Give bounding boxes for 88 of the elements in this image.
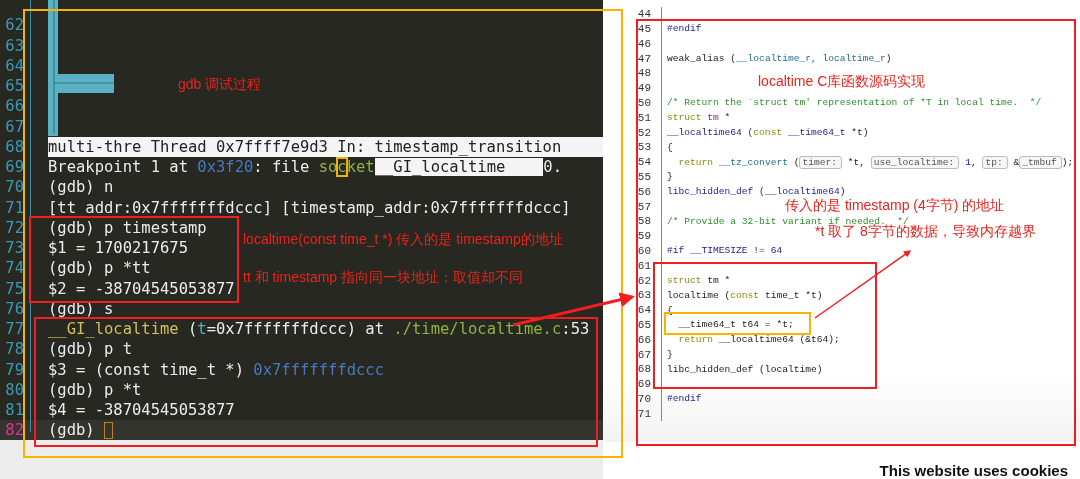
code-line: struct tm * xyxy=(667,112,731,124)
line-number: 56 xyxy=(636,185,652,198)
line-number: 67 xyxy=(636,348,652,361)
line-number: 47 xyxy=(636,52,652,65)
line-number: 76 xyxy=(4,299,25,318)
line-number: 46 xyxy=(636,37,652,50)
line-number: 61 xyxy=(636,259,652,272)
code-line: } xyxy=(667,349,673,360)
line-number: 77 xyxy=(4,320,25,339)
line-number: 70 xyxy=(636,392,652,405)
line-number: 79 xyxy=(4,360,25,379)
code-line: localtime (const time_t *t) xyxy=(667,289,823,301)
code-line: libc_hidden_def (localtime) xyxy=(667,363,823,375)
line-number: 64 xyxy=(636,304,652,317)
terminal-line: $3 = (const time_t *) 0x7fffffffdccc xyxy=(48,360,384,379)
line-number: 73 xyxy=(4,239,25,258)
line-number: 58 xyxy=(636,215,652,228)
line-number: 55 xyxy=(636,170,652,183)
line-number: 62 xyxy=(636,274,652,287)
line-number: 71 xyxy=(4,198,25,217)
line-number: 49 xyxy=(636,82,652,95)
line-number: 66 xyxy=(4,97,25,116)
line-number: 75 xyxy=(4,279,25,298)
code-line: { xyxy=(667,141,673,153)
terminal-line: __GI_localtime (t=0x7fffffffdccc) at ./time/localtime.c:53 xyxy=(48,320,590,339)
terminal-line: $1 = 1700217675 xyxy=(48,239,188,258)
line-number: 66 xyxy=(636,333,652,346)
code-line: #endif xyxy=(667,393,702,405)
terminal-line: (gdb) s xyxy=(48,299,114,318)
terminal-line: (gdb) n xyxy=(48,178,114,197)
line-number: 80 xyxy=(4,380,25,399)
line-number: 78 xyxy=(4,340,25,359)
annotation-text: 传入的是 timestamp (4字节) 的地址 xyxy=(785,196,1005,214)
line-number: 64 xyxy=(4,56,25,75)
code-line: weak_alias (__localtime_r, localtime_r) xyxy=(667,53,892,65)
terminal-line: [tt_addr:0x7fffffffdccc] [timestamp_addr:0x7fffffffdccc] xyxy=(48,198,571,217)
line-number: 70 xyxy=(4,178,25,197)
annotation-text: tt 和 timestamp 指向同一块地址：取值却不同 xyxy=(243,268,524,286)
line-number: 74 xyxy=(4,259,25,278)
line-number: 69 xyxy=(4,158,25,177)
code-line: } xyxy=(667,171,673,183)
annotation-text: localtime(const time_t *) 传入的是 timestamp的地址 xyxy=(243,230,563,248)
cookie-banner-title: This website uses cookies xyxy=(879,462,1068,479)
line-number: 57 xyxy=(636,200,652,213)
terminal-line: (gdb) p timestamp xyxy=(48,218,207,237)
terminal-line: (gdb) p t xyxy=(48,340,132,359)
line-number: 51 xyxy=(636,111,652,124)
cursor-icon xyxy=(104,421,113,439)
line-number: 44 xyxy=(636,8,652,21)
code-line: __time64_t t64 = *t; xyxy=(677,319,794,331)
annotation-text: localtime C库函数源码实现 xyxy=(758,72,926,90)
line-number: 63 xyxy=(636,289,652,302)
line-number: 54 xyxy=(636,156,652,169)
terminal-line: $2 = -38704545053877 xyxy=(48,279,235,298)
terminal-line: $4 = -38704545053877 xyxy=(48,401,235,420)
line-number: 63 xyxy=(4,36,25,55)
line-number: 45 xyxy=(636,23,652,35)
terminal-line: Breakpoint 1 at 0x3f20: file socket__GI_localtime 0. xyxy=(48,158,562,177)
line-number: 82 xyxy=(4,421,25,440)
line-number: 69 xyxy=(636,378,652,391)
line-number: 48 xyxy=(636,67,652,80)
code-line: libc_hidden_def (__localtime64) xyxy=(667,186,846,198)
line-number: 81 xyxy=(4,401,25,420)
code-line: #endif xyxy=(667,23,702,35)
line-number: 68 xyxy=(4,137,25,156)
code-line: #if __TIMESIZE != 64 xyxy=(667,245,783,257)
line-number: 59 xyxy=(636,230,652,243)
line-number: 65 xyxy=(4,77,25,96)
code-line: /* Return the `struct tm' representation of *T in local time. */ xyxy=(667,97,1042,109)
line-number: 68 xyxy=(636,363,652,376)
line-number: 72 xyxy=(4,218,25,237)
line-number: 67 xyxy=(4,117,25,136)
code-line: struct tm * xyxy=(667,275,731,287)
terminal-line: (gdb) p *tt xyxy=(48,259,151,278)
line-number: 65 xyxy=(636,318,652,331)
line-number: 60 xyxy=(636,244,652,257)
line-number: 50 xyxy=(636,96,652,109)
terminal-line: (gdb) xyxy=(48,421,96,440)
status-bar: multi-thre Thread 0x7ffff7e9d3 In: timestamp_transition xyxy=(48,136,603,157)
code-line: return __tz_convert ( timer: *t, use_localtime: 1, tp: & _tmbuf ); xyxy=(677,156,1074,168)
line-number: 53 xyxy=(636,141,652,154)
annotation-text: gdb 调试过程 xyxy=(178,75,262,93)
line-number: 52 xyxy=(636,126,652,139)
terminal-line: (gdb) p *t xyxy=(48,380,142,399)
line-number: 71 xyxy=(636,407,652,420)
line-number: 62 xyxy=(4,16,25,35)
code-line: return __localtime64 (&t64); xyxy=(677,334,840,346)
code-line: __localtime64 (const __time64_t *t) xyxy=(667,127,869,139)
